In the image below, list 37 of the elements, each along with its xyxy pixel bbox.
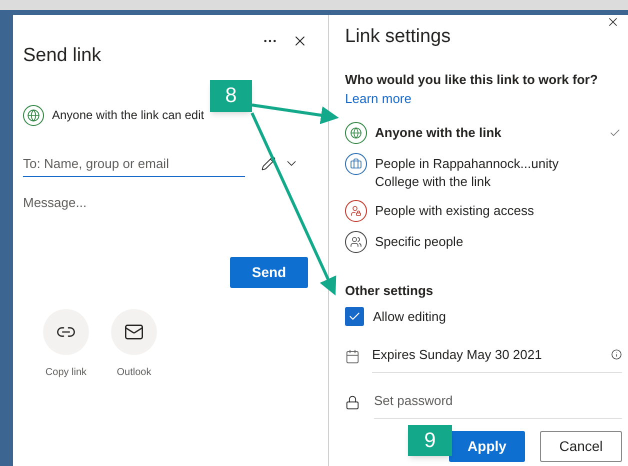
cancel-button[interactable]: Cancel	[540, 430, 622, 462]
learn-more-link[interactable]: Learn more	[345, 89, 622, 108]
password-field[interactable]: Set password	[374, 387, 622, 418]
share-option-label: Copy link	[45, 366, 87, 380]
send-button[interactable]: Send	[230, 256, 308, 288]
option-label: Specific people	[375, 232, 464, 250]
panel-title: Link settings	[345, 25, 452, 49]
mail-icon	[124, 322, 144, 342]
option-label: Anyone with the link	[375, 124, 502, 142]
pencil-icon[interactable]	[261, 156, 276, 171]
step-badge: 9	[408, 425, 452, 456]
message-field[interactable]: Message...	[23, 193, 303, 212]
expiry-text: Expires Sunday May 30 2021	[372, 346, 542, 364]
audience-option[interactable]: Specific people	[345, 230, 621, 252]
checkbox[interactable]	[345, 307, 364, 326]
step-badge: 8	[210, 80, 252, 112]
recipient-field[interactable]: To: Name, group or email	[23, 154, 245, 177]
link-button[interactable]	[43, 308, 89, 354]
expiry-field[interactable]: Expires Sunday May 30 2021	[372, 340, 622, 373]
calendar-icon	[345, 349, 360, 364]
globe-icon	[23, 104, 44, 126]
checkbox-label: Allow editing	[373, 308, 446, 326]
audience-option[interactable]: Anyone with the link	[345, 122, 621, 144]
info-icon	[611, 348, 622, 360]
option-label: People with existing access	[375, 202, 535, 220]
mail-button[interactable]	[111, 308, 157, 354]
option-label: People in Rappahannock...unity College with the link	[375, 154, 560, 190]
question-text: Who would you like this link to work for?	[345, 70, 599, 89]
apply-button[interactable]: Apply	[449, 430, 525, 462]
lock-icon	[345, 395, 360, 410]
audience-option[interactable]: People with existing access	[345, 200, 621, 222]
share-option-label: Outlook	[116, 366, 152, 380]
audience-option[interactable]: People in Rappahannock...unity College with the link	[345, 152, 621, 190]
panel-title: Send link	[23, 44, 102, 68]
close-icon[interactable]	[606, 15, 620, 29]
section-heading: Other settings	[345, 282, 434, 300]
permission-text[interactable]: Anyone with the link can edit	[52, 106, 204, 124]
